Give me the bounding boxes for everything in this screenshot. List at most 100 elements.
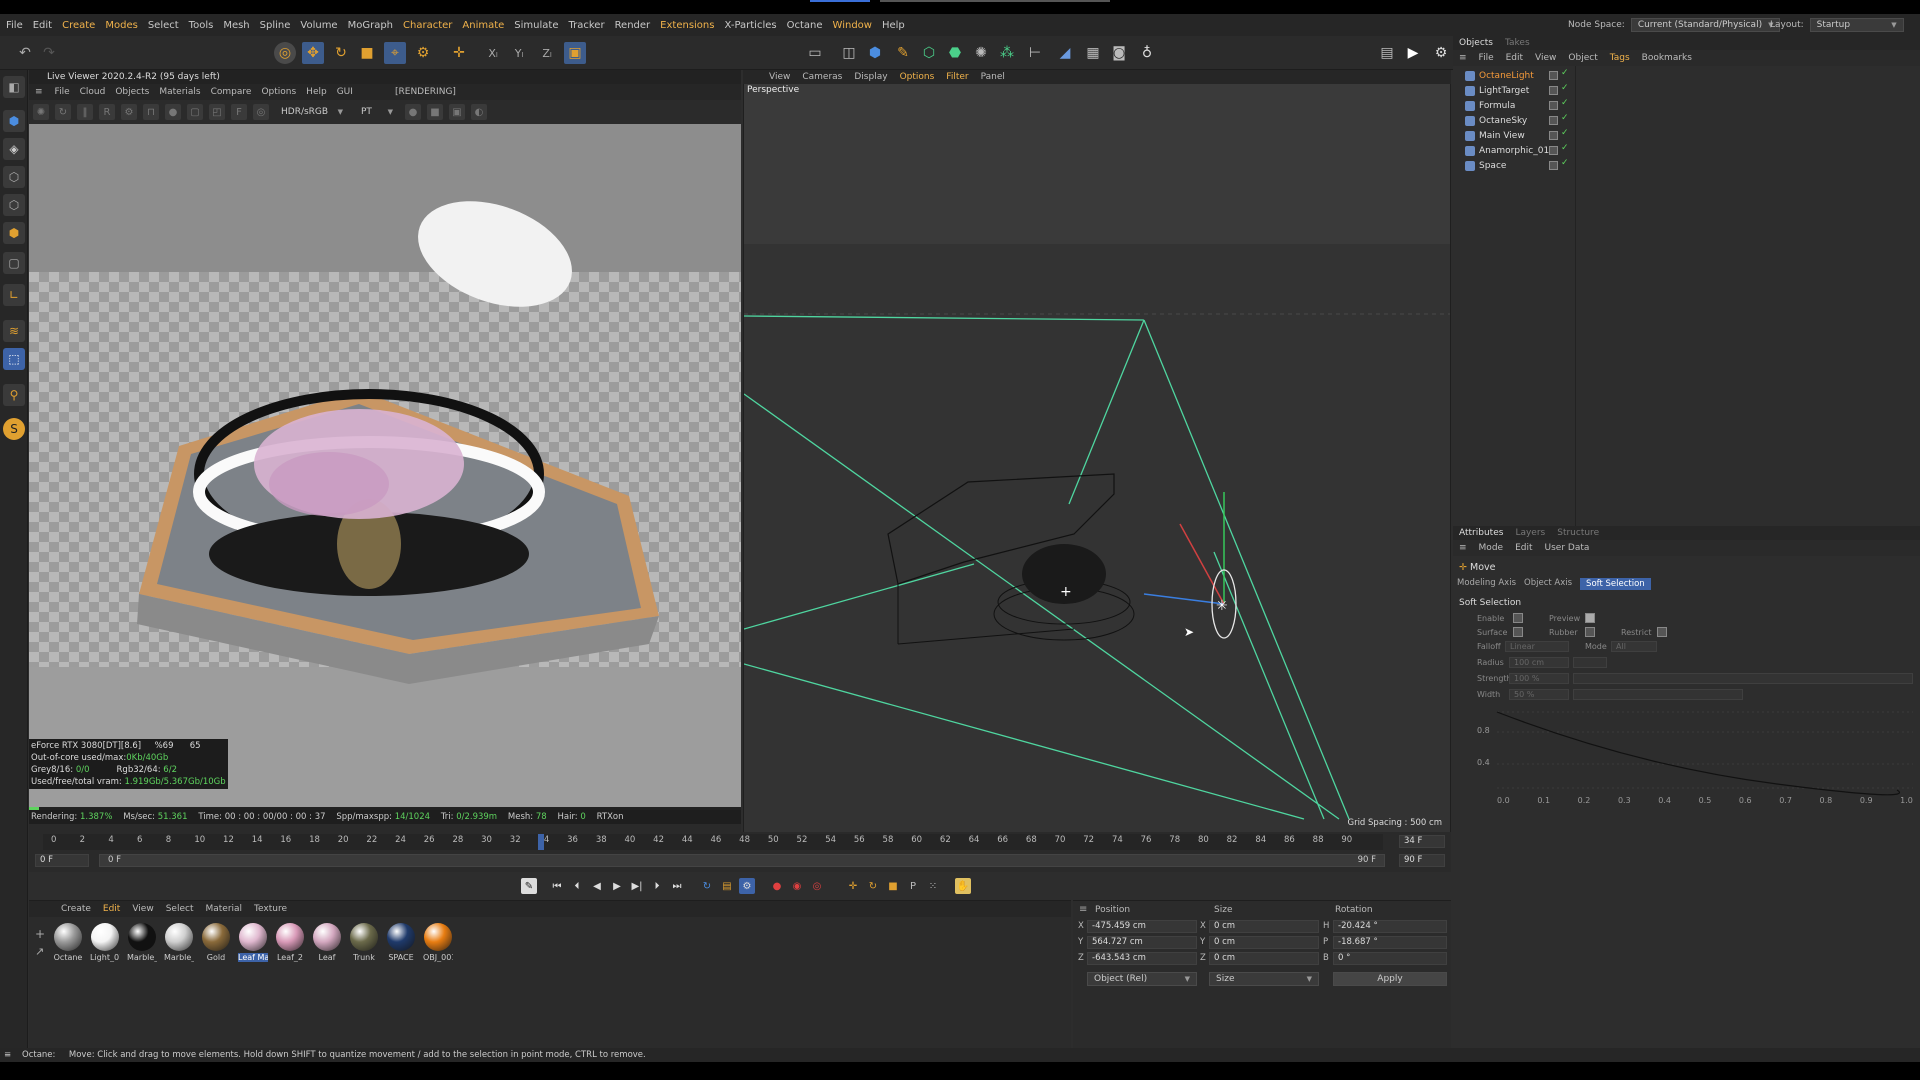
snapshot-icon[interactable]: ▣ (449, 104, 465, 120)
visibility-toggle[interactable] (1549, 116, 1558, 125)
menu-character[interactable]: Character (403, 20, 452, 31)
radius-field[interactable]: 100 cm (1509, 657, 1569, 668)
enabled-check-icon[interactable]: ✓ (1561, 98, 1569, 108)
enabled-check-icon[interactable]: ✓ (1561, 113, 1569, 123)
key-rotation-icon[interactable]: ↻ (865, 878, 881, 894)
material-menu-create[interactable]: Create (61, 904, 91, 914)
position-y-field[interactable]: 564.727 cm (1087, 936, 1197, 949)
rotation-b-field[interactable]: 0 ° (1333, 952, 1447, 965)
radius-slider[interactable] (1573, 657, 1607, 668)
coord-mode-dropdown[interactable]: Object (Rel) ▼ (1087, 972, 1197, 986)
material-swatch[interactable]: Leaf_2 (275, 923, 305, 962)
world-axis-icon[interactable]: ✛ (448, 42, 470, 64)
restrict-checkbox[interactable] (1657, 627, 1667, 637)
object-row[interactable]: LightTarget (1457, 83, 1529, 98)
coord-menu-icon[interactable]: ≡ (1079, 904, 1087, 915)
hamburger-icon[interactable]: ≡ (1459, 53, 1467, 63)
live-menu-gui[interactable]: GUI (337, 87, 353, 97)
object-row[interactable]: Formula (1457, 98, 1515, 113)
attr-tab-layers[interactable]: Layers (1515, 528, 1545, 538)
light-bulb-icon[interactable]: ♁ (1136, 42, 1158, 64)
record-icon[interactable]: ● (769, 878, 785, 894)
menu-x-particles[interactable]: X-Particles (724, 20, 776, 31)
send-scene-icon[interactable]: ✺ (33, 104, 49, 120)
prev-key-icon[interactable]: ⏴ (569, 878, 585, 894)
menu-mograph[interactable]: MoGraph (348, 20, 393, 31)
kernel-dropdown[interactable]: PT ▼ (355, 105, 399, 119)
subdivision-icon[interactable]: ⬡ (918, 42, 940, 64)
material-menu-view[interactable]: View (132, 904, 153, 914)
script-icon[interactable]: S (3, 418, 25, 440)
menu-extensions[interactable]: Extensions (660, 20, 714, 31)
region-render-icon[interactable]: R (99, 104, 115, 120)
magnet-icon[interactable]: ⚲ (3, 384, 25, 406)
layout-dropdown[interactable]: Startup ▼ (1809, 18, 1904, 32)
object-row[interactable]: OctaneLight (1457, 68, 1534, 83)
material-swatch[interactable]: Leaf (312, 923, 342, 962)
menu-file[interactable]: File (6, 20, 23, 31)
subtab-soft-selection[interactable]: Soft Selection (1580, 578, 1651, 590)
visibility-toggle[interactable] (1549, 86, 1558, 95)
menu-select[interactable]: Select (148, 20, 179, 31)
visibility-toggle[interactable] (1549, 161, 1558, 170)
material-swatch[interactable]: Gold (201, 923, 231, 962)
tab-objects[interactable]: Objects (1459, 38, 1493, 48)
scheme-icon[interactable]: ✋ (955, 878, 971, 894)
visibility-toggle[interactable] (1549, 71, 1558, 80)
viewport-menu-filter[interactable]: Filter (946, 72, 968, 82)
position-x-field[interactable]: -475.459 cm (1087, 920, 1197, 933)
objects-menu-view[interactable]: View (1535, 53, 1556, 63)
motion-clip-icon[interactable]: ⚙ (739, 878, 755, 894)
size-x-field[interactable]: 0 cm (1209, 920, 1319, 933)
menu-edit[interactable]: Edit (33, 20, 52, 31)
attr-menu-user-data[interactable]: User Data (1545, 543, 1590, 553)
viewport-menu-display[interactable]: Display (854, 72, 887, 82)
array-icon[interactable]: ⬣ (944, 42, 966, 64)
object-row[interactable]: Space (1457, 158, 1506, 173)
current-frame-field[interactable]: 34 F (1399, 835, 1445, 848)
subtab-object-axis[interactable]: Object Axis (1524, 578, 1572, 590)
viewport-canvas[interactable]: Perspective Grid Spacing : 500 cm ✥⇕↻▢ + (744, 84, 1450, 832)
material-arrow-icon[interactable]: ↗ (35, 945, 44, 958)
subsample-icon[interactable]: ◰ (209, 104, 225, 120)
objects-menu-file[interactable]: File (1479, 53, 1494, 63)
viewport-menu-view[interactable]: View (769, 72, 790, 82)
go-to-start-icon[interactable]: ⏮ (549, 878, 565, 894)
object-row[interactable]: OctaneSky (1457, 113, 1527, 128)
material-swatch[interactable]: Light_01 (90, 923, 120, 962)
position-z-field[interactable]: -643.543 cm (1087, 952, 1197, 965)
attr-tab-attributes[interactable]: Attributes (1459, 528, 1503, 538)
menu-tools[interactable]: Tools (189, 20, 214, 31)
live-menu-options[interactable]: Options (261, 87, 296, 97)
menu-render[interactable]: Render (615, 20, 651, 31)
rotate-tool-icon[interactable]: ↻ (330, 42, 352, 64)
render-settings-icon[interactable]: ⚙ (1430, 42, 1452, 64)
snap-icon[interactable]: ⬚ (3, 348, 25, 370)
menu-volume[interactable]: Volume (300, 20, 337, 31)
edges-mode-icon[interactable]: ⬡ (3, 194, 25, 216)
floor-icon[interactable]: ⊢ (1024, 42, 1046, 64)
settings-icon[interactable]: ⚙ (121, 104, 137, 120)
surface-checkbox[interactable] (1513, 627, 1523, 637)
material-swatch[interactable]: Octane (53, 923, 83, 962)
enabled-check-icon[interactable]: ✓ (1561, 68, 1569, 78)
visibility-toggle[interactable] (1549, 101, 1558, 110)
go-to-end-icon[interactable]: ⏭ (669, 878, 685, 894)
material-menu-material[interactable]: Material (205, 904, 242, 914)
hamburger-icon[interactable]: ≡ (35, 87, 43, 97)
visibility-toggle[interactable] (1549, 146, 1558, 155)
deformer-icon[interactable]: ✺ (970, 42, 992, 64)
live-menu-compare[interactable]: Compare (211, 87, 252, 97)
live-selection-icon[interactable]: ◎ (274, 42, 296, 64)
mode-dropdown[interactable]: All (1611, 641, 1657, 652)
object-row[interactable]: Anamorphic_01 (1457, 143, 1549, 158)
workplane-icon[interactable]: ≋ (3, 320, 25, 342)
falloff-dropdown[interactable]: Linear (1505, 641, 1569, 652)
axis-mode-icon[interactable]: ∟ (3, 284, 25, 306)
select-tool-icon[interactable]: ⌖ (384, 42, 406, 64)
target-icon[interactable]: ◎ (253, 104, 269, 120)
viewport-menu-options[interactable]: Options (900, 72, 935, 82)
clay-mode-icon[interactable]: ▢ (187, 104, 203, 120)
viewport-menu-panel[interactable]: Panel (981, 72, 1005, 82)
move-tool-icon[interactable]: ✥ (302, 42, 324, 64)
